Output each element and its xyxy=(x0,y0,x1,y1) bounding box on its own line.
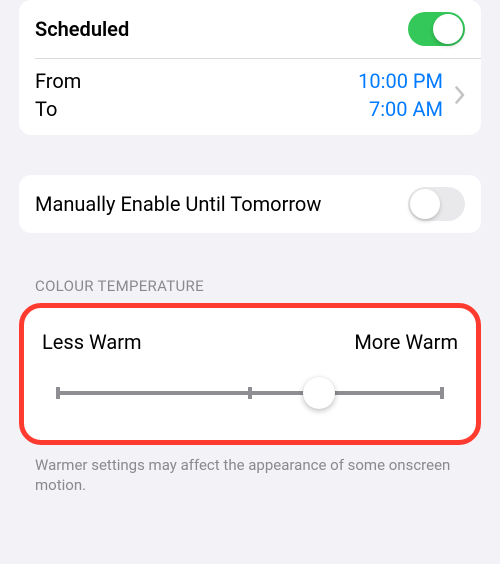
temperature-slider[interactable] xyxy=(58,376,442,410)
time-labels: From To xyxy=(35,69,81,121)
toggle-knob xyxy=(410,189,440,219)
temperature-footer: Warmer settings may affect the appearanc… xyxy=(35,455,465,496)
more-warm-label: More Warm xyxy=(354,330,458,354)
time-values: 10:00 PM 7:00 AM xyxy=(358,69,443,121)
manual-label: Manually Enable Until Tomorrow xyxy=(35,192,321,216)
slider-tick-start xyxy=(56,387,60,399)
toggle-knob xyxy=(433,14,463,44)
slider-knob[interactable] xyxy=(303,377,335,409)
scheduled-row: Scheduled xyxy=(19,0,481,58)
to-label: To xyxy=(35,97,81,121)
schedule-time-row[interactable]: From To 10:00 PM 7:00 AM xyxy=(19,59,481,135)
from-time: 10:00 PM xyxy=(358,69,443,93)
temperature-card: Less Warm More Warm xyxy=(19,303,481,445)
manual-group: Manually Enable Until Tomorrow xyxy=(19,175,481,233)
scheduled-toggle[interactable] xyxy=(408,12,465,46)
manual-row: Manually Enable Until Tomorrow xyxy=(19,175,481,233)
slider-tick-end xyxy=(440,387,444,399)
chevron-right-icon xyxy=(455,86,465,104)
slider-tick-mid xyxy=(248,387,252,399)
less-warm-label: Less Warm xyxy=(42,330,142,354)
slider-labels: Less Warm More Warm xyxy=(42,330,458,354)
temperature-header: COLOUR TEMPERATURE xyxy=(35,277,465,295)
manual-toggle[interactable] xyxy=(408,187,465,221)
schedule-group: Scheduled From To 10:00 PM 7:00 AM xyxy=(19,0,481,135)
to-time: 7:00 AM xyxy=(369,97,443,121)
from-label: From xyxy=(35,69,81,93)
scheduled-label: Scheduled xyxy=(35,17,129,41)
